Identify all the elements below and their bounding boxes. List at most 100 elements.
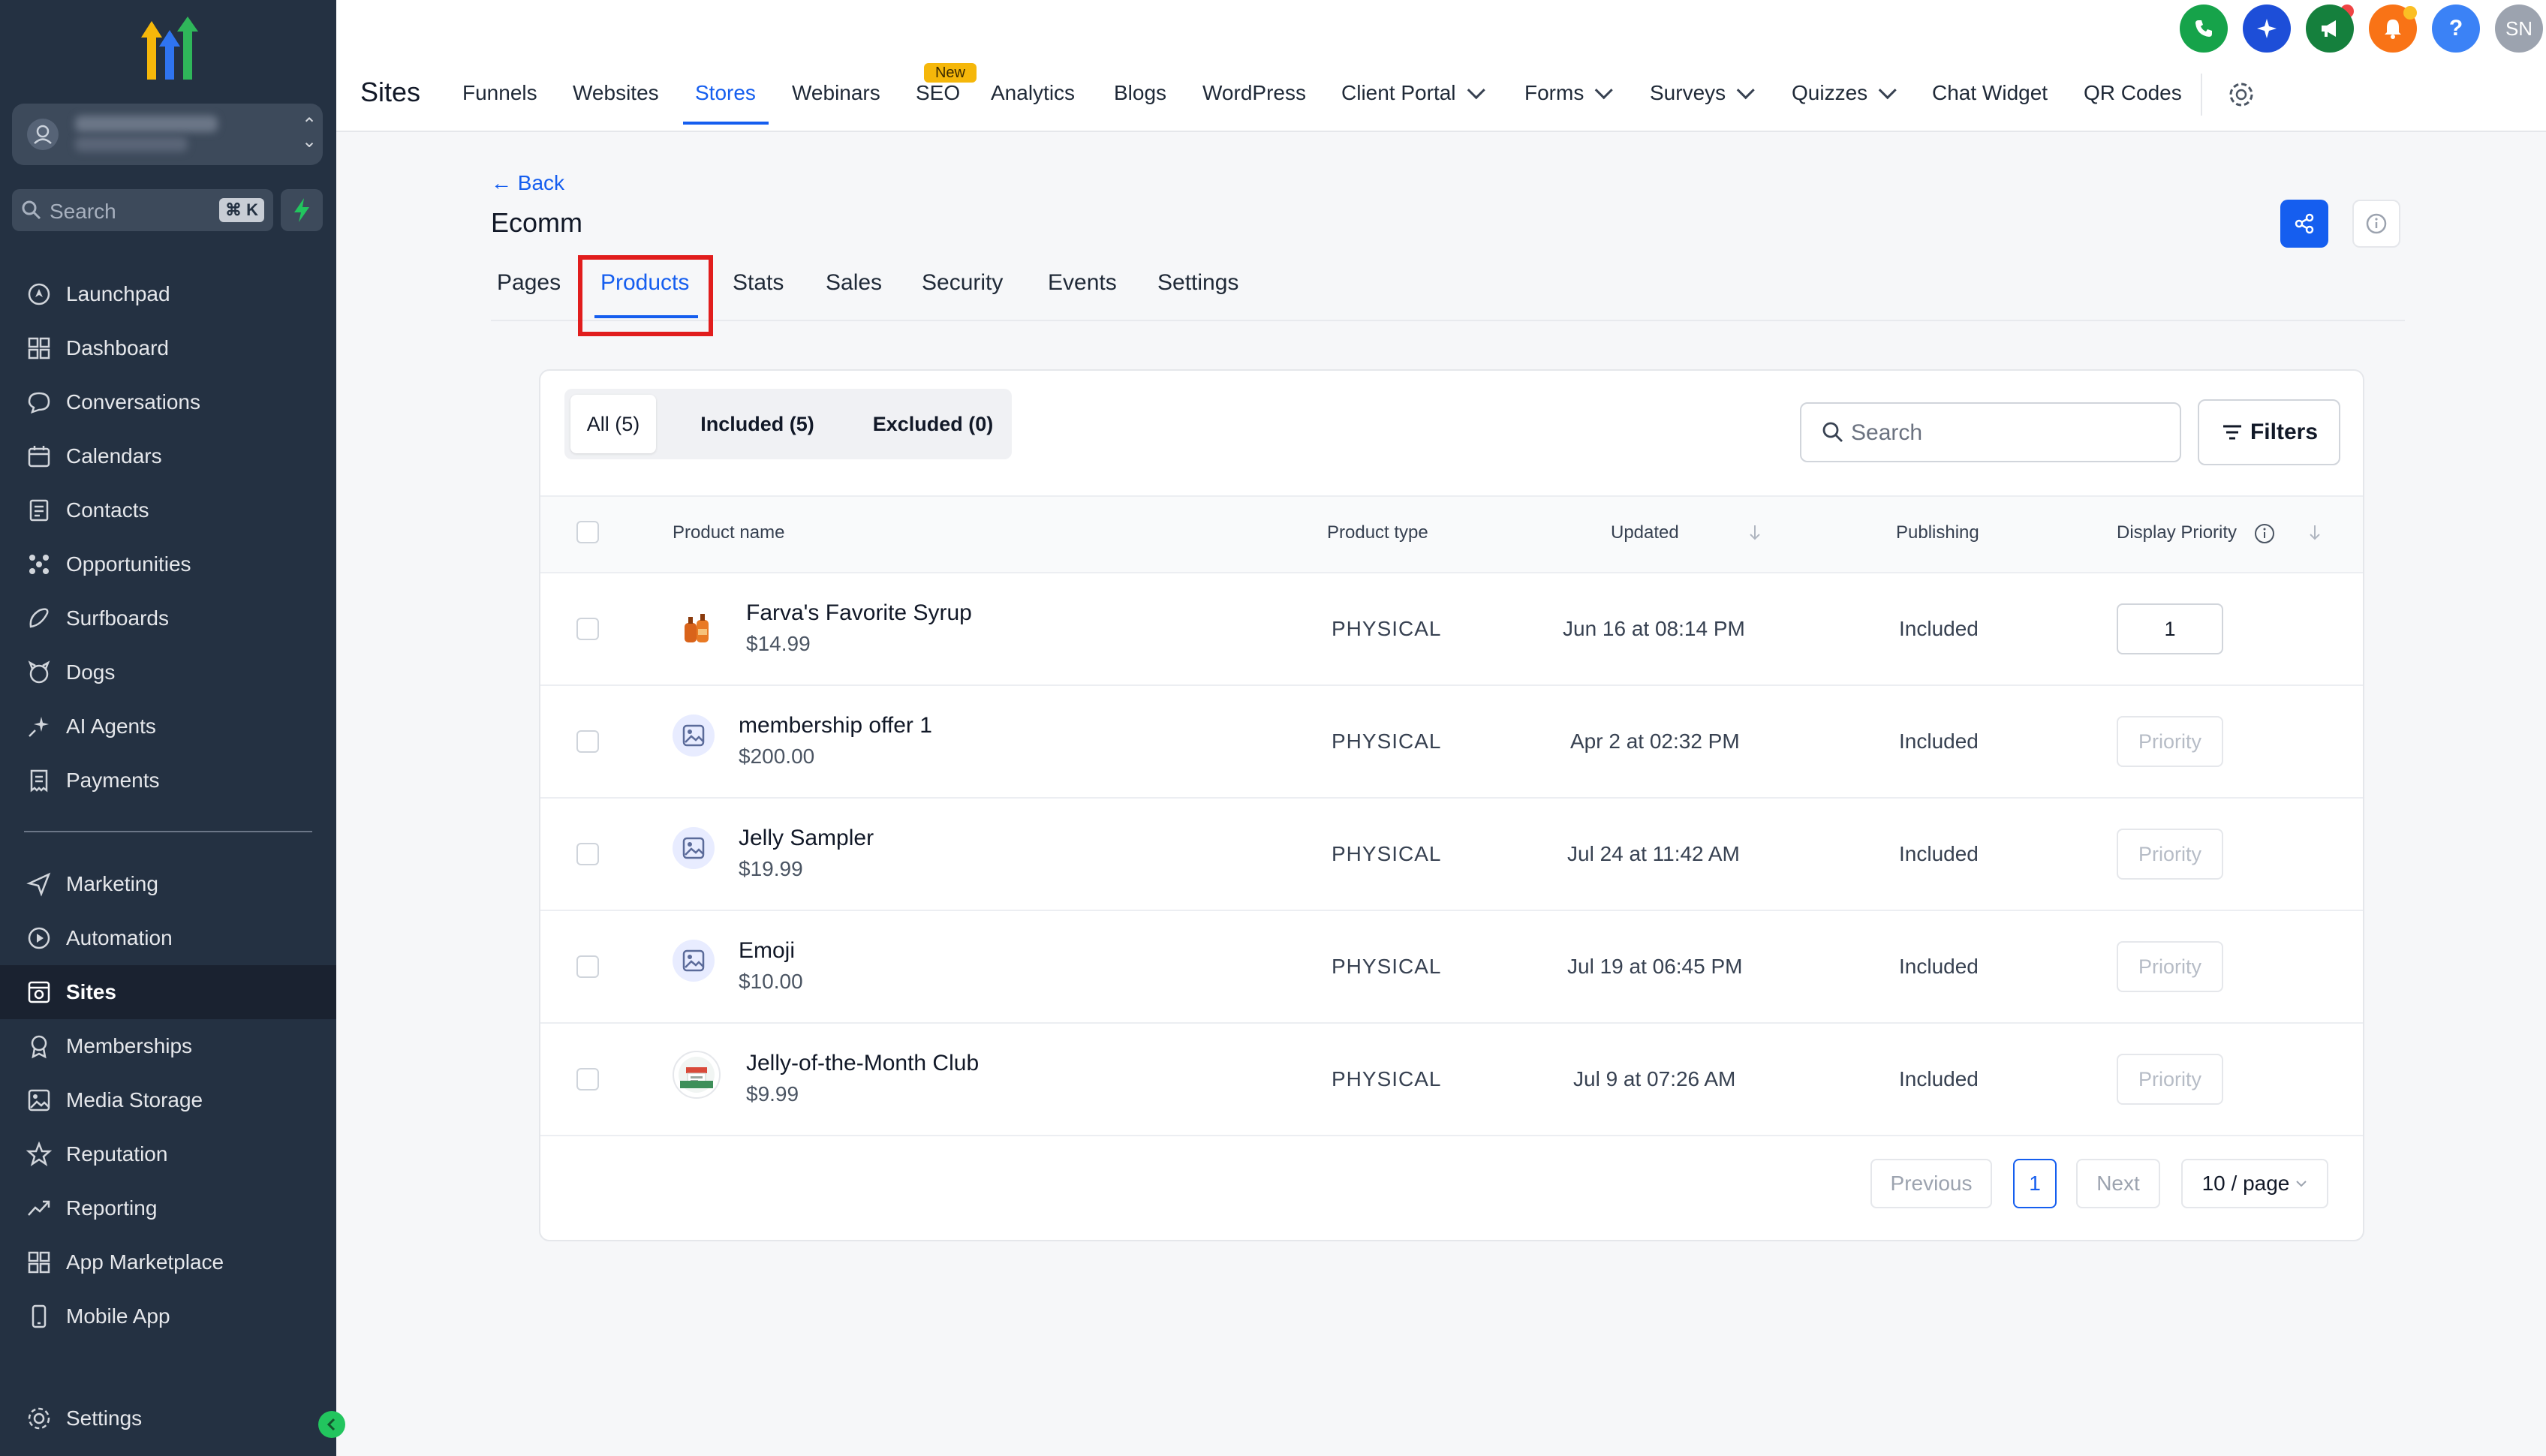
nav-quizzes[interactable]: Quizzes [1792, 81, 1897, 105]
receipt-icon [24, 766, 54, 796]
sidebar-item-launchpad[interactable]: Launchpad [0, 267, 336, 321]
subtab-settings[interactable]: Settings [1157, 270, 1238, 296]
surfboard-icon [24, 603, 54, 633]
collapse-sidebar-button[interactable] [318, 1411, 345, 1438]
subtab-events[interactable]: Events [1048, 270, 1117, 296]
nav-client-portal[interactable]: Client Portal [1341, 81, 1485, 105]
select-all-checkbox[interactable] [576, 521, 599, 543]
nav-webinars[interactable]: Webinars [792, 81, 880, 105]
filters-button[interactable]: Filters [2198, 399, 2340, 465]
sidebar-item-contacts[interactable]: Contacts [0, 483, 336, 537]
priority-input[interactable]: Priority [2117, 716, 2223, 767]
sidebar-item-sites[interactable]: Sites [0, 965, 336, 1019]
sidebar-item-reporting[interactable]: Reporting [0, 1181, 336, 1235]
product-name[interactable]: Emoji [739, 938, 795, 964]
sidebar-item-surfboards[interactable]: Surfboards [0, 591, 336, 645]
next-page-button[interactable]: Next [2076, 1159, 2160, 1208]
sidebar-item-label: App Marketplace [66, 1250, 224, 1274]
back-link[interactable]: ← Back [491, 171, 564, 195]
product-name[interactable]: Farva's Favorite Syrup [746, 600, 972, 626]
page-1-button[interactable]: 1 [2013, 1159, 2057, 1208]
nav-forms[interactable]: Forms [1524, 81, 1614, 105]
column-product-name[interactable]: Product name [673, 522, 784, 543]
subtab-stats[interactable]: Stats [733, 270, 784, 296]
table-row[interactable] [540, 573, 2363, 686]
row-checkbox[interactable] [576, 618, 599, 640]
help-button[interactable]: ? [2432, 5, 2480, 53]
apps-icon [24, 1247, 54, 1277]
nav-analytics[interactable]: Analytics [991, 81, 1075, 105]
priority-input[interactable]: Priority [2117, 941, 2223, 992]
table-row[interactable] [540, 686, 2363, 799]
product-name[interactable]: Jelly Sampler [739, 826, 874, 851]
subtab-pages[interactable]: Pages [497, 270, 561, 296]
nav-chat-widget[interactable]: Chat Widget [1932, 81, 2048, 105]
priority-input[interactable]: Priority [2117, 1054, 2223, 1105]
nav-blogs[interactable]: Blogs [1114, 81, 1166, 105]
product-name[interactable]: membership offer 1 [739, 713, 932, 739]
sidebar-item-opportunities[interactable]: Opportunities [0, 537, 336, 591]
phone-button[interactable] [2180, 5, 2228, 53]
nav-funnels[interactable]: Funnels [462, 81, 537, 105]
row-checkbox[interactable] [576, 1068, 599, 1090]
sidebar-item-marketing[interactable]: Marketing [0, 857, 336, 911]
sidebar-item-reputation[interactable]: Reputation [0, 1127, 336, 1181]
table-row[interactable] [540, 911, 2363, 1024]
sidebar-search[interactable]: Search ⌘ K [12, 189, 273, 231]
sort-arrow-icon[interactable] [2307, 522, 2322, 543]
product-type: PHYSICAL [1332, 730, 1442, 753]
column-display-priority[interactable]: Display Priority [2117, 522, 2237, 543]
nav-seo[interactable]: SEO [916, 81, 960, 105]
nav-surveys[interactable]: Surveys [1650, 81, 1755, 105]
sidebar-item-conversations[interactable]: Conversations [0, 375, 336, 429]
sidebar-item-dashboard[interactable]: Dashboard [0, 321, 336, 375]
column-product-type[interactable]: Product type [1327, 522, 1428, 543]
segment-included[interactable]: Included (5) [680, 395, 835, 453]
sidebar-item-app-marketplace[interactable]: App Marketplace [0, 1235, 336, 1289]
announcements-button[interactable] [2306, 5, 2354, 53]
quick-action-button[interactable] [281, 189, 323, 231]
share-button[interactable] [2280, 200, 2328, 248]
sidebar-item-automation[interactable]: Automation [0, 911, 336, 965]
row-checkbox[interactable] [576, 730, 599, 753]
sidebar-item-memberships[interactable]: Memberships [0, 1019, 336, 1073]
sidebar-item-calendars[interactable]: Calendars [0, 429, 336, 483]
row-checkbox[interactable] [576, 955, 599, 978]
nav-wordpress[interactable]: WordPress [1202, 81, 1306, 105]
column-updated[interactable]: Updated [1611, 522, 1679, 543]
product-search-input[interactable]: Search [1800, 402, 2181, 462]
segment-excluded[interactable]: Excluded (0) [860, 395, 1006, 453]
sidebar-item-settings[interactable]: Settings [0, 1391, 336, 1445]
sort-arrow-icon[interactable] [1747, 522, 1762, 543]
table-row[interactable] [540, 1024, 2363, 1136]
subtab-sales[interactable]: Sales [826, 270, 882, 296]
product-updated: Apr 2 at 02:32 PM [1570, 730, 1740, 753]
sidebar-item-label: Media Storage [66, 1088, 203, 1112]
sidebar-item-mobile-app[interactable]: Mobile App [0, 1289, 336, 1343]
gear-icon[interactable] [2226, 80, 2256, 110]
row-checkbox[interactable] [576, 843, 599, 865]
app-logo[interactable] [132, 15, 207, 84]
sidebar-item-dogs[interactable]: Dogs [0, 645, 336, 699]
user-avatar[interactable]: SN [2495, 5, 2543, 53]
previous-page-button[interactable]: Previous [1870, 1159, 1992, 1208]
priority-input[interactable]: Priority [2117, 829, 2223, 880]
sidebar-item-payments[interactable]: Payments [0, 754, 336, 808]
info-icon[interactable] [2253, 522, 2276, 545]
ai-assistant-button[interactable] [2243, 5, 2291, 53]
product-name[interactable]: Jelly-of-the-Month Club [746, 1051, 979, 1076]
subtab-security[interactable]: Security [922, 270, 1003, 296]
account-switcher[interactable]: ⌃ ⌄ [12, 104, 323, 165]
page-size-select[interactable]: 10 / page [2181, 1159, 2328, 1208]
sidebar-item-ai-agents[interactable]: AI Agents [0, 699, 336, 754]
table-row[interactable] [540, 799, 2363, 911]
segment-all[interactable]: All (5) [570, 395, 656, 453]
priority-input[interactable]: 1 [2117, 603, 2223, 654]
nav-stores[interactable]: Stores [695, 81, 756, 105]
nav-websites[interactable]: Websites [573, 81, 659, 105]
info-button[interactable] [2352, 200, 2400, 248]
nav-qr-codes[interactable]: QR Codes [2084, 81, 2182, 105]
nav-label: Quizzes [1792, 81, 1868, 104]
sidebar-item-media-storage[interactable]: Media Storage [0, 1073, 336, 1127]
column-publishing[interactable]: Publishing [1896, 522, 1979, 543]
